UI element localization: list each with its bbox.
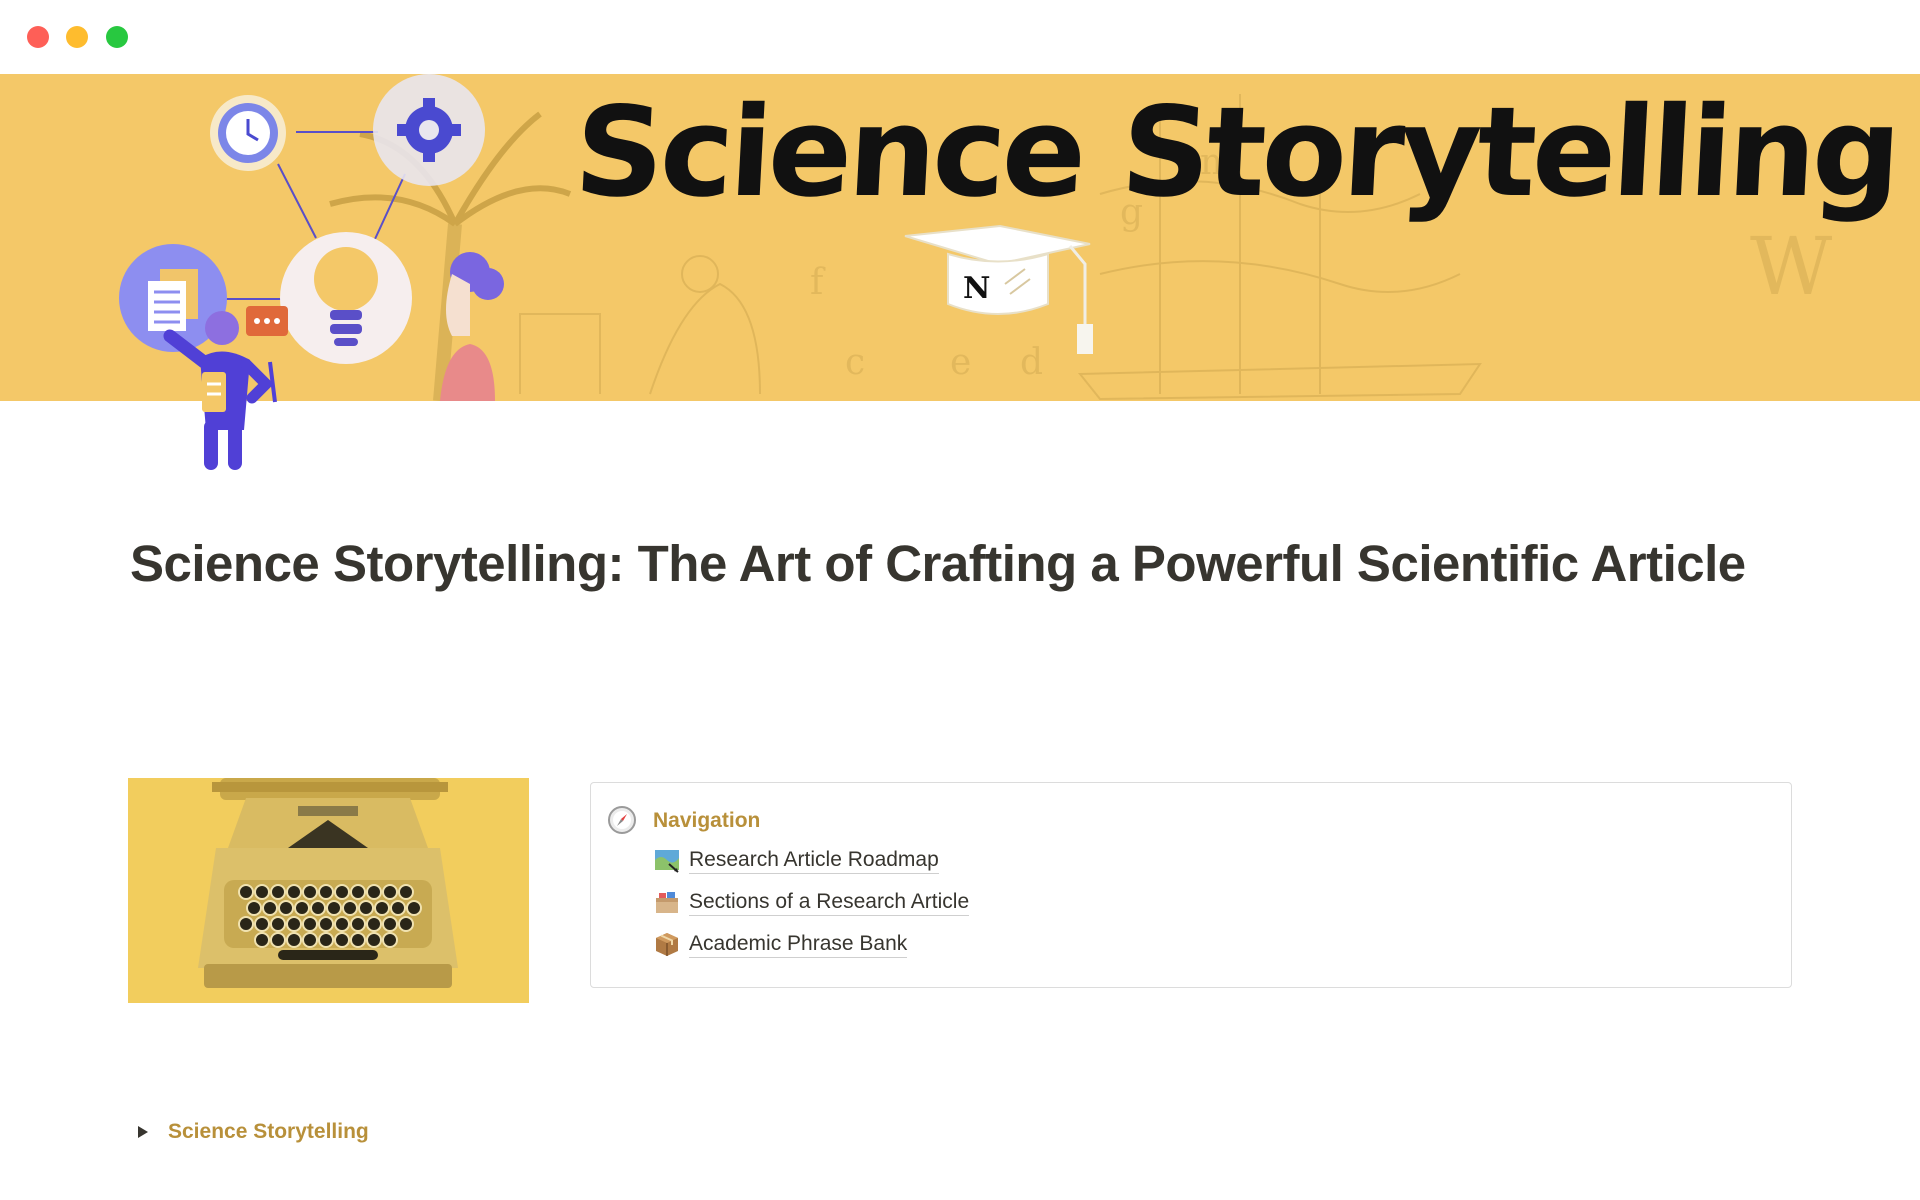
card-file-box-icon xyxy=(656,892,678,913)
svg-text:W: W xyxy=(1750,220,1832,313)
svg-text:N: N xyxy=(963,271,990,306)
presenter-figure-icon[interactable] xyxy=(160,300,280,475)
page-cover[interactable]: f c e d g m W N Science Storytelling xyxy=(0,74,1920,401)
zoom-window-button[interactable] xyxy=(106,26,128,48)
map-icon xyxy=(655,850,679,873)
typewriter-illustration xyxy=(128,778,529,1003)
nav-link-academic-phrase-bank[interactable]: Academic Phrase Bank xyxy=(653,929,908,959)
package-icon xyxy=(656,933,678,956)
nav-link-research-article-roadmap[interactable]: Research Article Roadmap xyxy=(653,845,939,875)
svg-text:f: f xyxy=(810,262,826,303)
close-window-button[interactable] xyxy=(27,26,49,48)
typewriter-image[interactable] xyxy=(128,778,529,1003)
svg-text:c: c xyxy=(845,342,865,383)
nav-link-sections-of-a-research-article[interactable]: Sections of a Research Article xyxy=(653,887,970,917)
navigation-callout: Navigation Research Article Roadmap Sect… xyxy=(590,782,1792,988)
nav-link-label[interactable]: Research Article Roadmap xyxy=(689,846,939,874)
window-titlebar xyxy=(0,0,1920,74)
minimize-window-button[interactable] xyxy=(66,26,88,48)
svg-text:d: d xyxy=(1020,342,1043,383)
nav-link-label[interactable]: Sections of a Research Article xyxy=(689,888,970,916)
compass-icon xyxy=(608,806,636,834)
toggle-triangle-icon[interactable] xyxy=(138,1126,148,1138)
page-title[interactable]: Science Storytelling: The Art of Craftin… xyxy=(130,532,1790,596)
navigation-heading: Navigation xyxy=(653,809,761,832)
nav-link-label[interactable]: Academic Phrase Bank xyxy=(689,930,908,958)
svg-text:e: e xyxy=(950,342,971,383)
toggle-science-storytelling[interactable]: Science Storytelling xyxy=(138,1120,369,1144)
toggle-label[interactable]: Science Storytelling xyxy=(168,1120,369,1144)
cover-banner-title: Science Storytelling xyxy=(571,81,1901,225)
